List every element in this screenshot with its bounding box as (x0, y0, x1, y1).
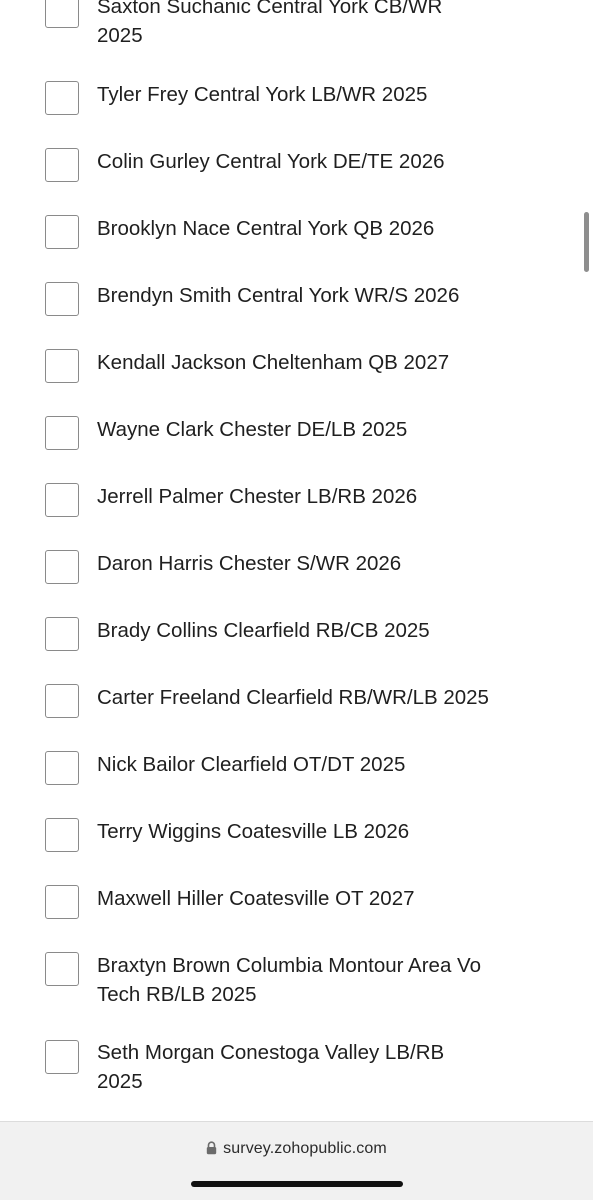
lock-icon (206, 1141, 217, 1160)
option-label[interactable]: Seth Morgan Conestoga Valley LB/RB 2025 (97, 1038, 477, 1096)
option-label[interactable]: Saxton Suchanic Central York CB/WR 2025 (97, 0, 487, 50)
option-label[interactable]: Brady Collins Clearfield RB/CB 2025 (97, 616, 517, 645)
url-container[interactable]: survey.zohopublic.com (0, 1140, 593, 1160)
option-label[interactable]: Carter Freeland Clearfield RB/WR/LB 2025 (97, 683, 567, 712)
scrollbar[interactable] (584, 212, 589, 272)
option-label[interactable]: Brooklyn Nace Central York QB 2026 (97, 214, 517, 243)
option-label[interactable]: Jerrell Palmer Chester LB/RB 2026 (97, 482, 517, 511)
checkbox[interactable] (45, 81, 79, 115)
option-label[interactable]: Terry Wiggins Coatesville LB 2026 (97, 817, 517, 846)
browser-address-bar[interactable]: survey.zohopublic.com (0, 1121, 593, 1200)
url-text[interactable]: survey.zohopublic.com (223, 1140, 387, 1157)
option-label[interactable]: Braxtyn Brown Columbia Montour Area Vo T… (97, 951, 507, 1009)
checkbox[interactable] (45, 684, 79, 718)
checkbox[interactable] (45, 0, 79, 28)
option-label[interactable]: Kendall Jackson Cheltenham QB 2027 (97, 348, 517, 377)
checkbox[interactable] (45, 483, 79, 517)
option-label[interactable]: Tyler Frey Central York LB/WR 2025 (97, 80, 517, 109)
checkbox[interactable] (45, 215, 79, 249)
checkbox[interactable] (45, 818, 79, 852)
checkbox[interactable] (45, 550, 79, 584)
checkbox[interactable] (45, 282, 79, 316)
checkbox[interactable] (45, 751, 79, 785)
home-indicator[interactable] (191, 1181, 403, 1187)
option-label[interactable]: Colin Gurley Central York DE/TE 2026 (97, 147, 517, 176)
survey-page: Saxton Suchanic Central York CB/WR 2025 … (0, 0, 593, 1200)
option-label[interactable]: Maxwell Hiller Coatesville OT 2027 (97, 884, 517, 913)
checkbox[interactable] (45, 952, 79, 986)
option-label[interactable]: Brendyn Smith Central York WR/S 2026 (97, 281, 517, 310)
checkbox[interactable] (45, 885, 79, 919)
checkbox[interactable] (45, 1040, 79, 1074)
checkbox[interactable] (45, 617, 79, 651)
checkbox[interactable] (45, 416, 79, 450)
option-label[interactable]: Wayne Clark Chester DE/LB 2025 (97, 415, 517, 444)
option-label[interactable]: Daron Harris Chester S/WR 2026 (97, 549, 517, 578)
checkbox[interactable] (45, 349, 79, 383)
checkbox[interactable] (45, 148, 79, 182)
option-label[interactable]: Nick Bailor Clearfield OT/DT 2025 (97, 750, 517, 779)
